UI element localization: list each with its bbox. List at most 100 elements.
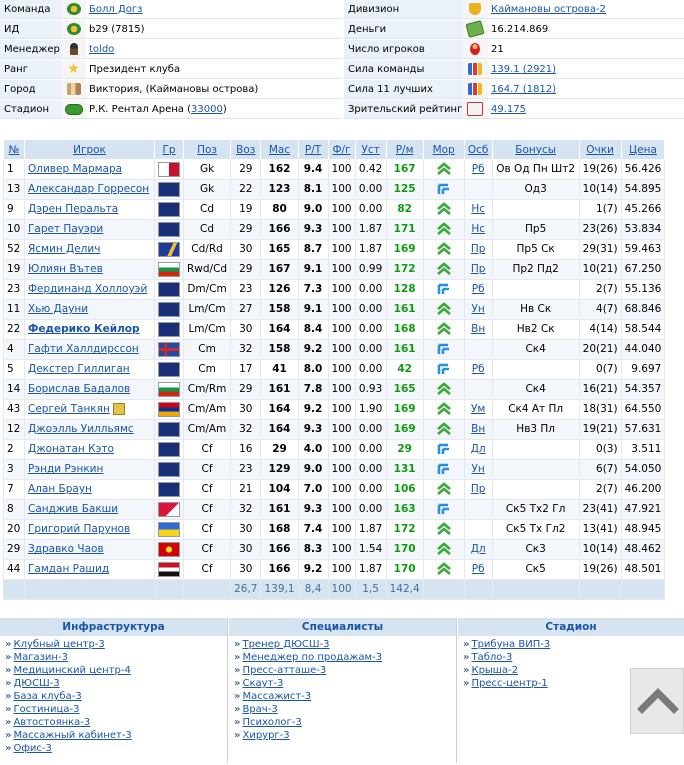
sort-header-rm[interactable]: Р/м	[385, 139, 424, 160]
special-ability-cell: Нс	[463, 199, 493, 220]
infrastructure-item-link[interactable]: ДЮСШ-3	[13, 678, 59, 689]
player-name-link[interactable]: Александар Горресон	[28, 183, 149, 195]
stadium-item-link[interactable]: Крыша-2	[471, 665, 518, 676]
special-ability-link[interactable]: Нс	[471, 203, 485, 215]
specialist-item-link[interactable]: Хирург-3	[242, 730, 289, 741]
sort-header-morale[interactable]: Мор	[422, 139, 465, 160]
special-ability-link[interactable]: Дл	[471, 443, 486, 455]
specialists-title: Специалисты	[229, 618, 456, 636]
special-ability-link[interactable]: Ун	[472, 303, 485, 315]
stadium-item-link[interactable]: Трибуна ВИП-3	[471, 639, 550, 650]
sort-header-bonuses[interactable]: Бонусы	[491, 139, 580, 160]
specialist-item-link[interactable]: Психолог-3	[242, 717, 301, 728]
specialist-item-link[interactable]: Скаут-3	[242, 678, 283, 689]
player-name-link[interactable]: Дэрен Перальта	[28, 203, 118, 215]
specialist-item-link[interactable]: Массажист-3	[242, 691, 311, 702]
player-name-link[interactable]: Гамдан Рашид	[28, 563, 109, 575]
special-ability-link[interactable]: Рб	[472, 563, 485, 575]
player-name-link[interactable]: Джоэлль Уилльямс	[28, 423, 134, 435]
sort-header-special[interactable]: Осб	[463, 139, 493, 160]
player-name-link[interactable]: Гарет Пауэри	[28, 223, 103, 235]
player-name-link[interactable]: Борислав Бадалов	[28, 383, 130, 395]
player-price: 59.463	[620, 239, 666, 260]
player-price: 67.250	[620, 259, 666, 280]
player-name-link[interactable]: Рэнди Рэнкин	[28, 463, 103, 475]
special-ability-link[interactable]: Рб	[472, 163, 485, 175]
special-ability-link[interactable]: Рб	[472, 363, 485, 375]
sort-header-points[interactable]: Очки	[578, 139, 622, 160]
sort-header-nationality[interactable]: Гр	[154, 139, 184, 160]
info-value-link[interactable]: Болл Догз	[89, 4, 142, 15]
player-name-link[interactable]: Здравко Чаов	[28, 543, 104, 555]
infrastructure-item-link[interactable]: Офис-3	[13, 743, 51, 754]
player-name-cell: Рэнди Рэнкин	[24, 459, 155, 480]
special-ability-link[interactable]: Пр	[471, 243, 486, 255]
player-name-link[interactable]: Ясмин Делич	[28, 243, 100, 255]
infrastructure-item-link[interactable]: Медицинский центр-4	[13, 665, 130, 676]
infrastructure-item: » База клуба-3	[5, 690, 227, 703]
stadium-item-link[interactable]: Табло-3	[471, 652, 512, 663]
player-name-link[interactable]: Хью Дауни	[28, 303, 88, 315]
specialist-item-link[interactable]: Врач-3	[242, 704, 277, 715]
infrastructure-item-link[interactable]: База клуба-3	[13, 691, 81, 702]
scroll-to-top-button[interactable]	[630, 668, 684, 734]
nepal-flag-icon	[158, 501, 180, 517]
special-ability-link[interactable]: Рб	[472, 283, 485, 295]
special-ability-cell: Пр	[463, 479, 493, 500]
player-mastery: 161	[260, 499, 299, 520]
infrastructure-item-link[interactable]: Магазин-3	[13, 652, 67, 663]
sort-header-rt[interactable]: Р/Т	[297, 139, 329, 160]
infrastructure-item: » Массажный кабинет-3	[5, 729, 227, 742]
special-ability-link[interactable]: Дл	[471, 543, 486, 555]
table-row: 3 Рэнди Рэнкин Cf 23 129 9.0 100 0.00 131 Ун 6(7) 5…	[3, 459, 666, 480]
infrastructure-item-link[interactable]: Клубный центр-3	[13, 639, 104, 650]
info-row: ИД b29 (7815) Деньги 16.214.869	[0, 20, 684, 40]
sort-header-num[interactable]: №	[3, 139, 25, 160]
sort-header-player[interactable]: Игрок	[24, 139, 155, 160]
special-ability-link[interactable]: Пр	[471, 263, 486, 275]
footer-avg-rm: 142,4	[385, 579, 424, 600]
stadium-item-link[interactable]: Пресс-центр-1	[471, 678, 547, 689]
cayman-flag-icon	[158, 481, 180, 497]
special-ability-link[interactable]: Пр	[471, 483, 486, 495]
nationality-cell	[154, 259, 184, 280]
special-ability-link[interactable]: Ум	[471, 403, 485, 415]
player-name-link[interactable]: Алан Браун	[28, 483, 92, 495]
info-value-link[interactable]: 139.1 (2921)	[491, 64, 556, 75]
footer-empty	[491, 579, 580, 600]
specialist-item-link[interactable]: Пресс-атташе-3	[242, 665, 326, 676]
sort-header-mas[interactable]: Мас	[260, 139, 299, 160]
sort-header-price[interactable]: Цена	[620, 139, 666, 160]
info-value-link[interactable]: toldo	[89, 44, 114, 55]
sort-header-ust[interactable]: Уст	[354, 139, 387, 160]
player-name-link[interactable]: Григорий Парунов	[28, 523, 130, 535]
infrastructure-item-link[interactable]: Массажный кабинет-3	[13, 730, 131, 741]
infrastructure-item-link[interactable]: Автостоянка-3	[13, 717, 90, 728]
stadium-capacity-link[interactable]: 33000	[191, 104, 223, 115]
table-row: 5 Декстер Гиллиган Cm 17 41 8.0 100 0.00 42 Рб 0(7…	[3, 359, 666, 380]
player-name-link[interactable]: Декстер Гиллиган	[28, 363, 130, 375]
special-ability-link[interactable]: Вн	[471, 323, 485, 335]
special-ability-link[interactable]: Ун	[472, 463, 485, 475]
player-name-link[interactable]: Санджив Бакши	[28, 503, 118, 515]
info-value-link[interactable]: 164.7 (1812)	[491, 84, 556, 95]
special-ability-link[interactable]: Нс	[471, 223, 485, 235]
infrastructure-item-link[interactable]: Гостиница-3	[13, 704, 79, 715]
player-name-link[interactable]: Сергей Танкян	[28, 403, 110, 415]
player-name-link[interactable]: Гафти Халлдирссон	[28, 343, 139, 355]
sort-header-age[interactable]: Воз	[230, 139, 262, 160]
player-name-link[interactable]: Юлиян Вътев	[28, 263, 103, 275]
player-name-link[interactable]: Джонатан Кэто	[28, 443, 114, 455]
sort-header-fg[interactable]: Ф/г	[327, 139, 356, 160]
player-name-link[interactable]: Фердинанд Холлоуэй	[28, 283, 147, 295]
info-value-link[interactable]: 49.175	[491, 104, 526, 115]
player-name-link[interactable]: Федерико Кейлор	[28, 323, 140, 335]
info-value-end: )	[222, 104, 227, 115]
nationality-cell	[154, 199, 184, 220]
info-value-link[interactable]: Каймановы острова-2	[491, 4, 606, 15]
sort-header-position[interactable]: Поз	[182, 139, 232, 160]
special-ability-link[interactable]: Вн	[471, 423, 485, 435]
player-name-link[interactable]: Оливер Мармара	[28, 163, 122, 175]
specialist-item-link[interactable]: Менеджер по продажам-3	[242, 652, 382, 663]
specialist-item-link[interactable]: Тренер ДЮСШ-3	[242, 639, 329, 650]
